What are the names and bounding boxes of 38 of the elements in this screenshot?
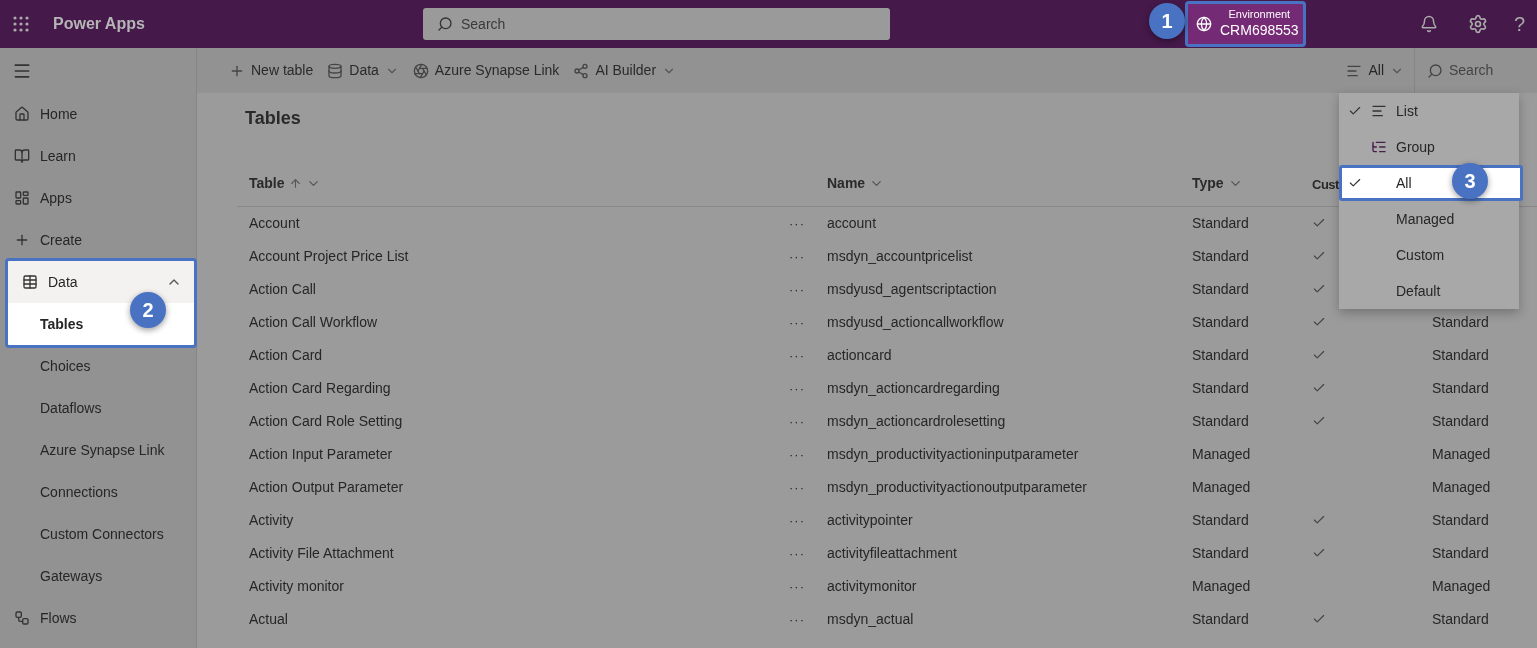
- table-cell-text: Standard: [1192, 346, 1250, 365]
- table-cell-text: Standard: [1192, 610, 1250, 629]
- table-cell-text: Standard: [1192, 544, 1250, 563]
- table-cell-text: msdyn_accountpricelist: [827, 247, 974, 266]
- table-cell-text: Standard: [1192, 214, 1250, 233]
- table-cell-text: Standard: [1432, 412, 1490, 431]
- table-cell-text: Managed: [1432, 478, 1492, 497]
- table-cell-text: msdyn_actioncardrolesetting: [827, 412, 1007, 431]
- table-cell-text: activitypointer: [827, 511, 914, 530]
- table-cell-text: Standard: [1432, 610, 1490, 629]
- table-cell-text: Standard: [1192, 412, 1250, 431]
- table-cell-text: Standard: [1192, 379, 1250, 398]
- table-cell-text: msdyn_actual: [827, 610, 915, 629]
- table-cell-text: Managed: [1432, 577, 1492, 596]
- table-cell-text: Managed: [1432, 445, 1492, 464]
- table-cell-text: msdyusd_actioncallworkflow: [827, 313, 1005, 332]
- table-cell-text: Standard: [1432, 346, 1490, 365]
- table-cell-text: Standard: [1432, 379, 1490, 398]
- callout-tooltip: 1: [1149, 3, 1185, 39]
- table-cell-text: Standard: [1192, 313, 1250, 332]
- table-cell-text: Standard: [1192, 511, 1250, 530]
- table-cell-text: account: [827, 214, 878, 233]
- table-cell-text: actioncard: [827, 346, 893, 365]
- table-cell-text: activityfileattachment: [827, 544, 958, 563]
- table-cell-text: msdyn_actioncardregarding: [827, 379, 1001, 398]
- page-title: Tables: [245, 106, 301, 130]
- table-cell-text: activitymonitor: [827, 577, 918, 596]
- table-cell-text: msdyusd_agentscriptaction: [827, 280, 998, 299]
- table-cell-text: Standard: [1432, 544, 1490, 563]
- table-cell-text: Standard: [1432, 511, 1490, 530]
- table-cell-text: Standard: [1192, 247, 1250, 266]
- table-cell-text: Standard: [1432, 313, 1490, 332]
- table-cell-text: Managed: [1192, 445, 1252, 464]
- table-cell-text: msdyn_productivityactionoutputparameter: [827, 478, 1088, 497]
- table-cell-text: Standard: [1192, 280, 1250, 299]
- table-cell-text: Managed: [1192, 577, 1252, 596]
- table-cell-text: Managed: [1192, 478, 1252, 497]
- table-cell-text: msdyn_productivityactioninputparameter: [827, 445, 1080, 464]
